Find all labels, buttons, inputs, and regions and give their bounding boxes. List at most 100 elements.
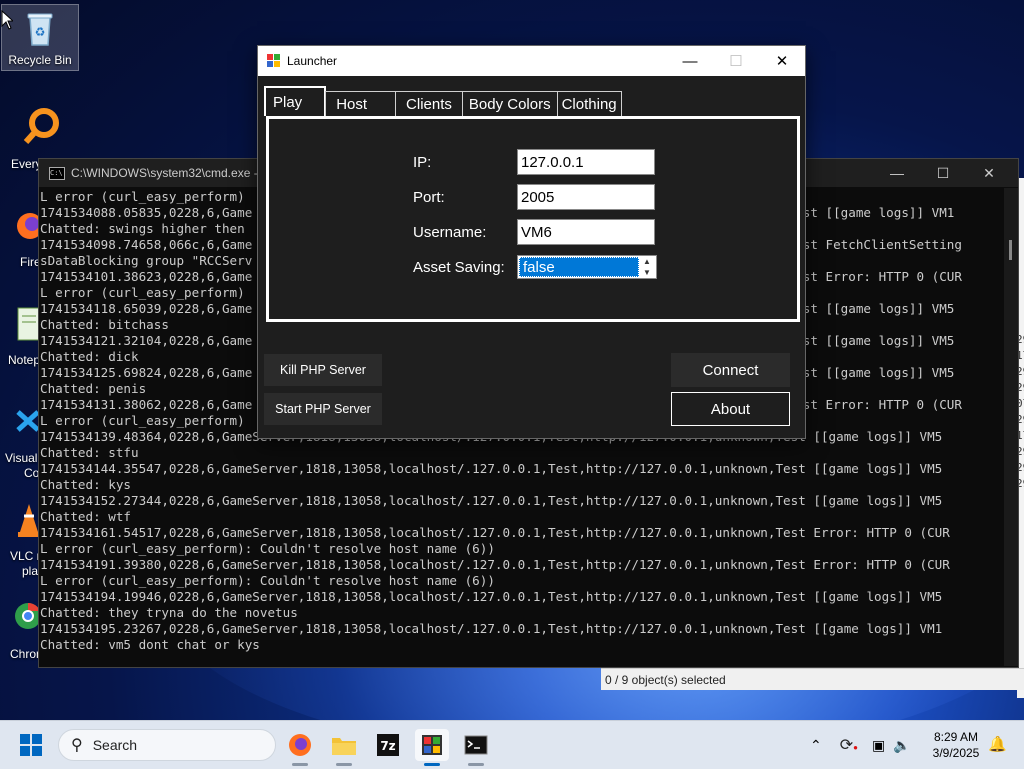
console-line: Chatted: kys	[40, 477, 131, 492]
launcher-window[interactable]: Launcher — ☐ ✕ Play Host Clients Body Co…	[257, 45, 806, 439]
launcher-tab-strip: Play Host Clients Body Colors Clothing	[264, 86, 622, 116]
console-line-fragment: ,Test Error: HTTP 0 (CUR	[780, 269, 962, 284]
tab-clients[interactable]: Clients	[395, 91, 463, 116]
console-line-fragment: ,Test [[game logs]] VM1	[780, 205, 955, 220]
ip-input[interactable]: 127.0.0.1	[517, 149, 655, 175]
firefox-icon	[289, 734, 311, 756]
console-line-fragment	[780, 253, 962, 269]
ip-label: IP:	[413, 153, 432, 171]
about-button[interactable]: About	[671, 392, 790, 426]
taskbar-terminal[interactable]	[459, 729, 493, 766]
username-row: Username: VM6	[413, 218, 655, 246]
console-line-fragment	[780, 317, 962, 333]
console-line: 1741534161.54517,0228,6,GameServer,1818,…	[40, 525, 950, 540]
spin-up-icon[interactable]: ▲	[643, 257, 651, 266]
asset-saving-row: Asset Saving: false ▲ ▼	[413, 253, 657, 281]
launcher-app-icon	[267, 54, 281, 68]
play-tab-panel: IP: 127.0.0.1 Port: 2005 Username: VM6 A…	[266, 116, 800, 322]
console-line: 1741534191.39380,0228,6,GameServer,1818,…	[40, 557, 950, 572]
svg-text:♻: ♻	[35, 25, 46, 39]
sync-alert-icon[interactable]: ⟳●	[840, 735, 858, 755]
console-output-right: ,Test [[game logs]] VM1 ,Test FetchClien…	[780, 189, 962, 413]
launcher-title-bar[interactable]: Launcher — ☐ ✕	[258, 46, 805, 76]
launcher-minimize-button[interactable]: —	[667, 46, 713, 76]
console-line-fragment	[780, 349, 962, 365]
console-line-fragment: ,Test Error: HTTP 0 (CUR	[780, 397, 962, 412]
start-button[interactable]	[20, 734, 42, 756]
port-row: Port: 2005	[413, 183, 655, 211]
console-line-fragment: ,Test [[game logs]] VM5	[780, 301, 955, 316]
notification-bell-icon[interactable]: 🔔	[988, 735, 1007, 753]
search-icon: ⚲	[71, 737, 83, 754]
console-line: L error (curl_easy_perform): Couldn't re…	[40, 541, 495, 556]
console-line-fragment: ,Test [[game logs]] VM5	[780, 365, 955, 380]
svg-text:7z: 7z	[380, 739, 395, 753]
show-hidden-icons-chevron-icon[interactable]: ⌃	[810, 737, 822, 754]
magnifier-icon	[23, 108, 59, 145]
cmd-scrollbar[interactable]	[1004, 188, 1018, 666]
tab-play[interactable]: Play	[264, 86, 327, 116]
console-line: 1741534194.19946,0228,6,GameServer,1818,…	[40, 589, 943, 604]
cmd-scroll-thumb[interactable]	[1009, 240, 1012, 260]
console-line-fragment	[780, 381, 962, 397]
taskbar: ⚲ Search 7z ⌃ ⟳● ▣ 🔈 8:29 AM 3/9/2025 🔔	[0, 720, 1024, 769]
start-php-server-button[interactable]: Start PHP Server	[264, 393, 382, 425]
tab-clothing[interactable]: Clothing	[556, 91, 622, 116]
launcher-close-button[interactable]: ✕	[759, 46, 805, 76]
cmd-minimize-button[interactable]: —	[874, 159, 920, 187]
console-line: 1741534152.27344,0228,6,GameServer,1818,…	[40, 493, 943, 508]
console-line: Chatted: stfu	[40, 445, 139, 460]
taskbar-clock[interactable]: 8:29 AM 3/9/2025	[920, 729, 992, 761]
asset-saving-value: false	[519, 257, 639, 277]
clock-time: 8:29 AM	[933, 730, 979, 744]
recycle-bin-icon: ♻	[20, 9, 60, 49]
desktop-label-vscode: Visual	[5, 451, 38, 465]
username-label: Username:	[413, 223, 487, 241]
console-line: 1741534195.23267,0228,6,GameServer,1818,…	[40, 621, 943, 636]
cmd-close-button[interactable]: ✕	[966, 159, 1012, 187]
console-line: 1741534144.35547,0228,6,GameServer,1818,…	[40, 461, 943, 476]
search-placeholder: Search	[92, 737, 138, 753]
tab-host[interactable]: Host	[325, 91, 397, 116]
taskbar-search[interactable]: ⚲ Search	[58, 729, 276, 761]
ip-row: IP: 127.0.0.1	[413, 148, 655, 176]
cmd-title: C:\WINDOWS\system32\cmd.exe - s	[71, 166, 268, 180]
explorer-status-bar: 0 / 9 object(s) selected	[601, 668, 1024, 690]
mouse-cursor-icon	[1, 10, 13, 30]
selection-count: 0 / 9 object(s) selected	[605, 672, 726, 687]
username-input[interactable]: VM6	[517, 219, 655, 245]
console-line-fragment	[780, 189, 962, 205]
console-line-fragment: ,Test [[game logs]] VM5	[780, 333, 955, 348]
desktop-label-vlc-line2: pla	[22, 564, 39, 578]
clock-date: 3/9/2025	[932, 746, 980, 760]
cmd-maximize-button[interactable]: ☐	[920, 159, 966, 187]
desktop-label-notepad: Notep	[8, 353, 41, 367]
console-line-fragment	[780, 285, 962, 301]
taskbar-file-explorer[interactable]	[327, 729, 361, 766]
tab-body-colors[interactable]: Body Colors	[461, 91, 558, 116]
asset-saving-spinner[interactable]: ▲ ▼	[640, 257, 654, 277]
launcher-title: Launcher	[287, 54, 338, 68]
spin-down-icon[interactable]: ▼	[643, 268, 651, 277]
launcher-app-icon	[422, 735, 442, 755]
console-line: Chatted: they tryna do the novetus	[40, 605, 298, 620]
connect-button[interactable]: Connect	[671, 353, 790, 387]
launcher-maximize-button: ☐	[729, 53, 743, 70]
console-line: Chatted: vm5 dont chat or kys	[40, 637, 260, 652]
7zip-icon: 7z	[377, 734, 399, 756]
folder-icon	[332, 738, 356, 755]
taskbar-firefox[interactable]	[283, 729, 317, 766]
taskbar-7zip[interactable]: 7z	[371, 729, 405, 761]
port-label: Port:	[413, 188, 445, 206]
volume-muted-icon[interactable]: 🔈	[893, 737, 910, 754]
network-icon[interactable]: ▣	[872, 737, 885, 754]
desktop-icon-everything[interactable]	[22, 106, 62, 151]
taskbar-launcher[interactable]	[415, 729, 449, 766]
terminal-icon	[464, 735, 488, 755]
port-input[interactable]: 2005	[517, 184, 655, 210]
windows-logo-icon	[20, 734, 30, 744]
desktop-label-vlc: VLC r	[10, 549, 41, 563]
kill-php-server-button[interactable]: Kill PHP Server	[264, 354, 382, 386]
console-line-fragment: ,Test FetchClientSetting	[780, 237, 962, 252]
asset-saving-dropdown[interactable]: false ▲ ▼	[517, 255, 657, 279]
